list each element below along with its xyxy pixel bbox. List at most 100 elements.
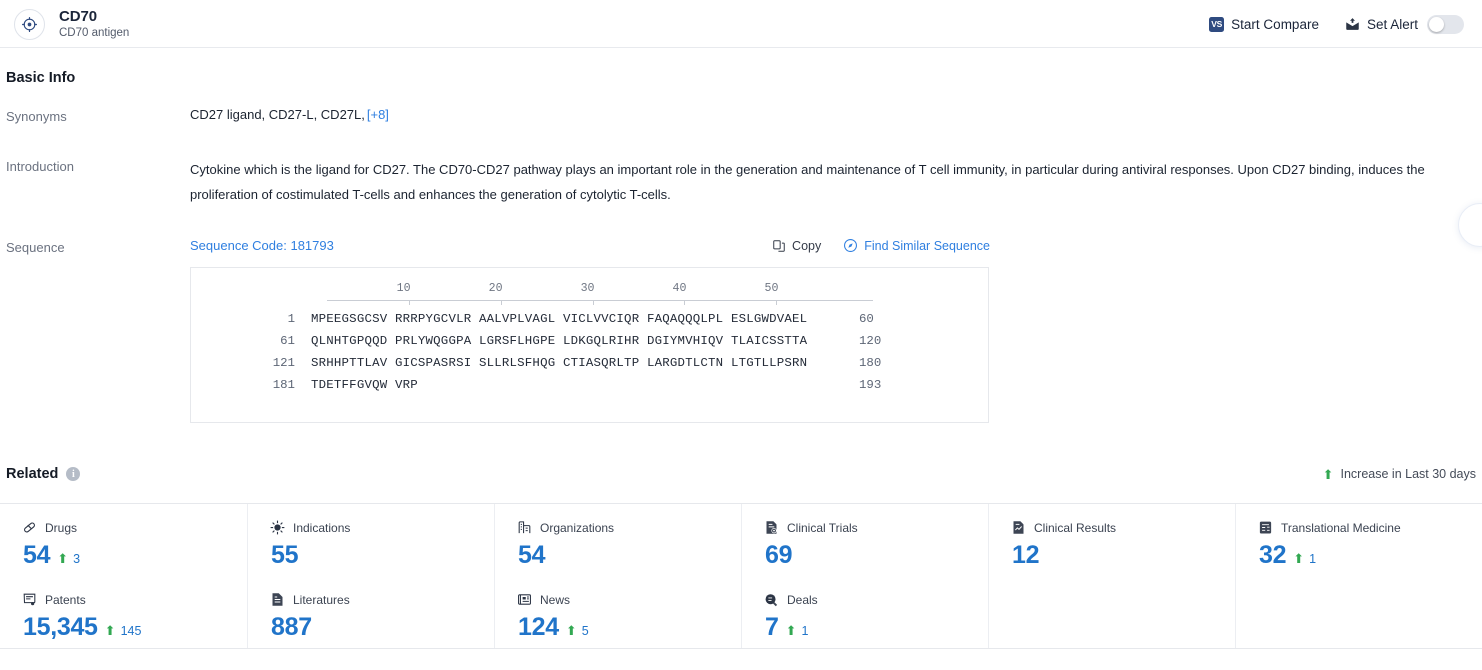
set-alert-toggle[interactable] — [1427, 14, 1464, 34]
stat-label: Indications — [293, 520, 351, 535]
related-stat-card[interactable]: News 124 ⬆ 5 — [494, 576, 741, 648]
clinical-trial-icon — [764, 520, 779, 535]
stat-header: Clinical Trials — [764, 520, 988, 535]
ruler-tick-mark — [776, 300, 778, 305]
alert-envelope-icon — [1345, 17, 1360, 32]
ruler-tick-mark — [684, 300, 686, 305]
sequence-start-index: 181 — [272, 378, 295, 392]
increase-legend: ⬆ Increase in Last 30 days — [1323, 467, 1476, 481]
top-header-bar: CD70 CD70 antigen VS Start Compare Set A… — [0, 0, 1482, 48]
literature-icon — [270, 592, 285, 607]
start-compare-label: Start Compare — [1231, 16, 1319, 32]
stat-value: 54 — [518, 541, 546, 569]
sequence-code-link[interactable]: Sequence Code: 181793 — [190, 238, 334, 253]
stat-body: 124 ⬆ 5 — [517, 613, 741, 642]
up-arrow-icon: ⬆ — [57, 551, 69, 566]
up-arrow-icon: ⬆ — [565, 623, 577, 638]
synonyms-list: CD27 ligand, CD27-L, CD27L, — [190, 107, 365, 122]
set-alert-group: Set Alert — [1345, 14, 1464, 34]
sequence-lines: 1 MPEEGSGCSV RRRPYGCVLR AALVPLVAGL VICLVV… — [191, 312, 988, 400]
stat-label: Organizations — [540, 520, 615, 535]
stat-delta: ⬆ 1 — [786, 623, 809, 639]
sequence-ruler-labels: 10 20 30 40 50 — [327, 282, 873, 297]
stat-label: Drugs — [45, 520, 78, 535]
sequence-start-index: 61 — [280, 334, 295, 348]
patent-icon — [22, 592, 37, 607]
up-arrow-icon: ⬆ — [1322, 466, 1334, 482]
synonyms-row: Synonyms CD27 ligand, CD27-L, CD27L, [+8] — [0, 107, 1482, 124]
related-stat-card[interactable]: Deals 7 ⬆ 1 — [741, 576, 988, 648]
basic-info-heading: Basic Info — [6, 70, 76, 86]
synonyms-label: Synonyms — [6, 109, 67, 124]
stat-label: Literatures — [293, 592, 350, 607]
stat-value: 32 — [1259, 541, 1287, 569]
stat-delta-value: 145 — [120, 624, 142, 638]
related-stat-card-empty — [1235, 576, 1482, 648]
related-stat-card[interactable]: Indications 55 — [247, 504, 494, 576]
sequence-ruler: 10 20 30 40 50 — [327, 282, 873, 312]
copy-label: Copy — [792, 238, 822, 253]
building-icon — [517, 520, 532, 535]
sequence-line: 61 QLNHTGPQQD PRLYWQGGPA LGRSFLHGPE LDKGQ… — [191, 334, 988, 356]
related-stat-card[interactable]: Drugs 54 ⬆ 3 — [0, 504, 247, 576]
sequence-residues: TDETFFGVQW VRP — [311, 378, 418, 392]
sequence-actions: Copy Find Similar Sequence — [771, 238, 990, 253]
stat-body: 12 — [1011, 541, 1235, 570]
stat-body: 7 ⬆ 1 — [764, 613, 988, 642]
ruler-tick-label: 30 — [580, 282, 595, 295]
sequence-panel: Sequence Code: 181793 Copy Find Similar … — [190, 238, 990, 423]
stat-header: Organizations — [517, 520, 741, 535]
stat-delta-value: 1 — [1309, 552, 1317, 566]
up-arrow-icon: ⬆ — [104, 623, 116, 638]
info-icon[interactable]: i — [66, 467, 81, 481]
stat-value: 887 — [271, 613, 312, 641]
related-stat-card[interactable]: Clinical Results 12 — [988, 504, 1235, 576]
related-stat-card[interactable]: Patents 15,345 ⬆ 145 — [0, 576, 247, 648]
ruler-tick-mark — [592, 300, 594, 305]
news-icon — [517, 592, 532, 607]
sequence-residues: SRHHPTTLAV GICSPASRSI SLLRLSFHQG CTIASQR… — [311, 356, 808, 370]
ruler-tick-label: 20 — [488, 282, 503, 295]
sequence-viewer: 10 20 30 40 50 1 MPEEGSGCSV RRRPYGCVLR AALVPL… — [190, 267, 989, 423]
sequence-end-index: 180 — [859, 356, 882, 370]
stat-body: 32 ⬆ 1 — [1258, 541, 1482, 570]
stat-body: 15,345 ⬆ 145 — [22, 613, 247, 642]
related-header: Related i ⬆ Increase in Last 30 days — [0, 463, 1482, 485]
sequence-start-index: 1 — [287, 312, 295, 326]
stat-value: 124 — [518, 613, 559, 641]
stat-delta-value: 1 — [801, 624, 809, 638]
set-alert-button[interactable]: Set Alert — [1345, 17, 1418, 32]
sequence-residues: QLNHTGPQQD PRLYWQGGPA LGRSFLHGPE LDKGQLR… — [311, 334, 808, 348]
stat-value: 69 — [765, 541, 793, 569]
stat-label: Deals — [787, 592, 818, 607]
sequence-row: Sequence Sequence Code: 181793 Copy Find… — [0, 238, 1482, 423]
page-title: CD70 — [59, 7, 97, 25]
introduction-row: Introduction Cytokine which is the ligan… — [0, 157, 1482, 207]
related-stat-card[interactable]: Translational Medicine 32 ⬆ 1 — [1235, 504, 1482, 576]
up-arrow-icon: ⬆ — [785, 623, 797, 638]
stat-body: 54 — [517, 541, 741, 570]
clinical-result-icon — [1011, 520, 1026, 535]
synonyms-more-link[interactable]: [+8] — [367, 107, 389, 122]
stat-label: News — [540, 592, 571, 607]
sequence-line: 181 TDETFFGVQW VRP 193 — [191, 378, 988, 400]
related-stat-card[interactable]: Organizations 54 — [494, 504, 741, 576]
find-similar-sequence-button[interactable]: Find Similar Sequence — [843, 238, 990, 253]
related-stat-card[interactable]: Literatures 887 — [247, 576, 494, 648]
deal-icon — [764, 592, 779, 607]
sequence-header: Sequence Code: 181793 Copy Find Similar … — [190, 238, 990, 253]
copy-sequence-button[interactable]: Copy — [771, 238, 821, 253]
virus-icon — [270, 520, 285, 535]
ruler-tick-label: 50 — [764, 282, 779, 295]
start-compare-button[interactable]: VS Start Compare — [1209, 16, 1319, 32]
sequence-end-index: 120 — [859, 334, 882, 348]
stat-body: 69 — [764, 541, 988, 570]
related-stat-card[interactable]: Clinical Trials 69 — [741, 504, 988, 576]
stat-body: 55 — [270, 541, 494, 570]
target-crosshair-icon — [14, 8, 45, 40]
stat-delta: ⬆ 3 — [57, 551, 80, 567]
stat-header: Patents — [22, 592, 247, 607]
stat-value: 12 — [1012, 541, 1040, 569]
sequence-end-index: 60 — [859, 312, 874, 326]
header-actions: VS Start Compare Set Alert — [1209, 14, 1474, 34]
